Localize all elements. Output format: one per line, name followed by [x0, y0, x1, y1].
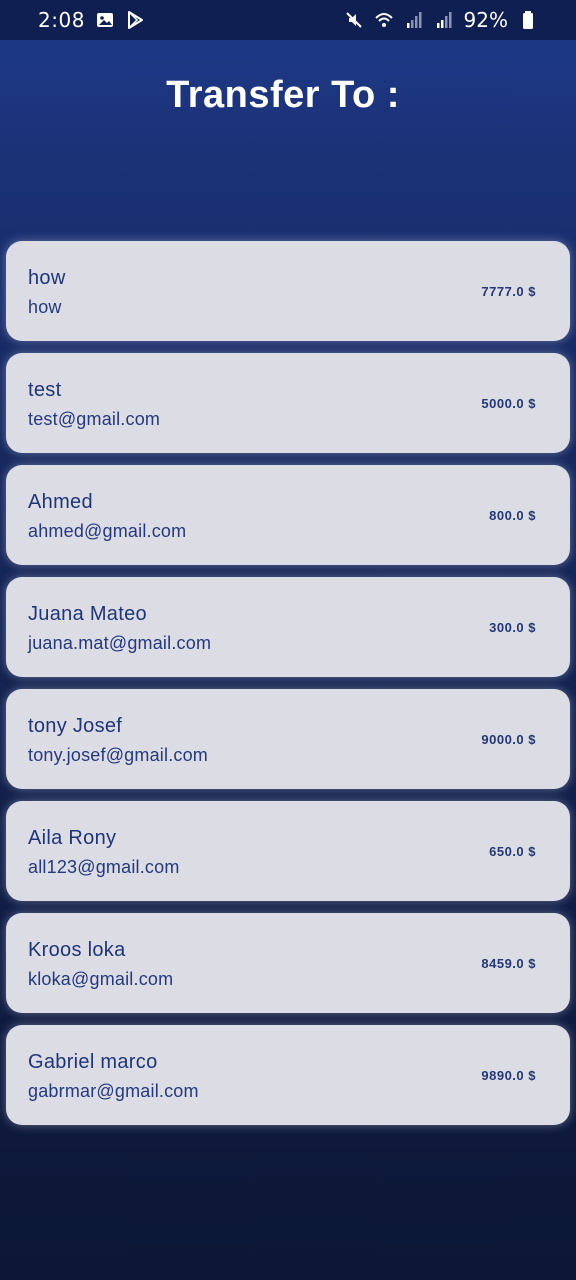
- recipient-email: kloka@gmail.com: [28, 969, 174, 989]
- recipient-balance: 5000.0 $: [481, 396, 536, 411]
- image-icon: [95, 10, 115, 30]
- recipient-list: how how 7777.0 $ test test@gmail.com 500…: [6, 241, 570, 1137]
- recipient-email: gabrmar@gmail.com: [28, 1081, 199, 1101]
- recipient-balance: 650.0 $: [489, 844, 536, 859]
- recipient-name: Ahmed: [28, 491, 93, 513]
- recipient-card[interactable]: Aila Rony all123@gmail.com 650.0 $: [6, 801, 570, 901]
- play-store-icon: [125, 10, 145, 30]
- recipient-balance: 300.0 $: [489, 620, 536, 635]
- page-title: Transfer To :: [166, 74, 400, 116]
- recipient-card[interactable]: Gabriel marco gabrmar@gmail.com 9890.0 $: [6, 1025, 570, 1125]
- recipient-name: how: [28, 267, 66, 289]
- recipient-balance: 9000.0 $: [481, 732, 536, 747]
- recipient-name: Gabriel marco: [28, 1051, 158, 1073]
- recipient-email: all123@gmail.com: [28, 857, 180, 877]
- recipient-email: test@gmail.com: [28, 409, 161, 429]
- recipient-card[interactable]: Juana Mateo juana.mat@gmail.com 300.0 $: [6, 577, 570, 677]
- battery-percentage: 92%: [463, 8, 508, 32]
- recipient-card[interactable]: test test@gmail.com 5000.0 $: [6, 353, 570, 453]
- status-right: 92%: [344, 8, 538, 32]
- battery-icon: [518, 10, 538, 30]
- status-time: 2:08: [38, 8, 85, 32]
- recipient-name: tony Josef: [28, 715, 123, 737]
- wifi-icon: [374, 10, 394, 30]
- recipient-email: how: [28, 297, 62, 317]
- recipient-card[interactable]: Ahmed ahmed@gmail.com 800.0 $: [6, 465, 570, 565]
- status-bar: 2:08 92%: [0, 0, 576, 40]
- recipient-email: tony.josef@gmail.com: [28, 745, 209, 765]
- mute-icon: [344, 10, 364, 30]
- status-left: 2:08: [38, 8, 145, 32]
- recipient-balance: 800.0 $: [489, 508, 536, 523]
- signal-icon: [434, 10, 454, 30]
- recipient-balance: 7777.0 $: [481, 284, 536, 299]
- recipient-card[interactable]: Kroos loka kloka@gmail.com 8459.0 $: [6, 913, 570, 1013]
- recipient-name: Aila Rony: [28, 827, 117, 849]
- recipient-card[interactable]: how how 7777.0 $: [6, 241, 570, 341]
- recipient-email: ahmed@gmail.com: [28, 521, 187, 541]
- signal-icon: [404, 10, 424, 30]
- recipient-balance: 8459.0 $: [481, 956, 536, 971]
- recipient-card[interactable]: tony Josef tony.josef@gmail.com 9000.0 $: [6, 689, 570, 789]
- recipient-name: Juana Mateo: [28, 603, 147, 625]
- recipient-name: Kroos loka: [28, 939, 126, 961]
- recipient-email: juana.mat@gmail.com: [28, 633, 212, 653]
- recipient-balance: 9890.0 $: [481, 1068, 536, 1083]
- recipient-name: test: [28, 379, 62, 401]
